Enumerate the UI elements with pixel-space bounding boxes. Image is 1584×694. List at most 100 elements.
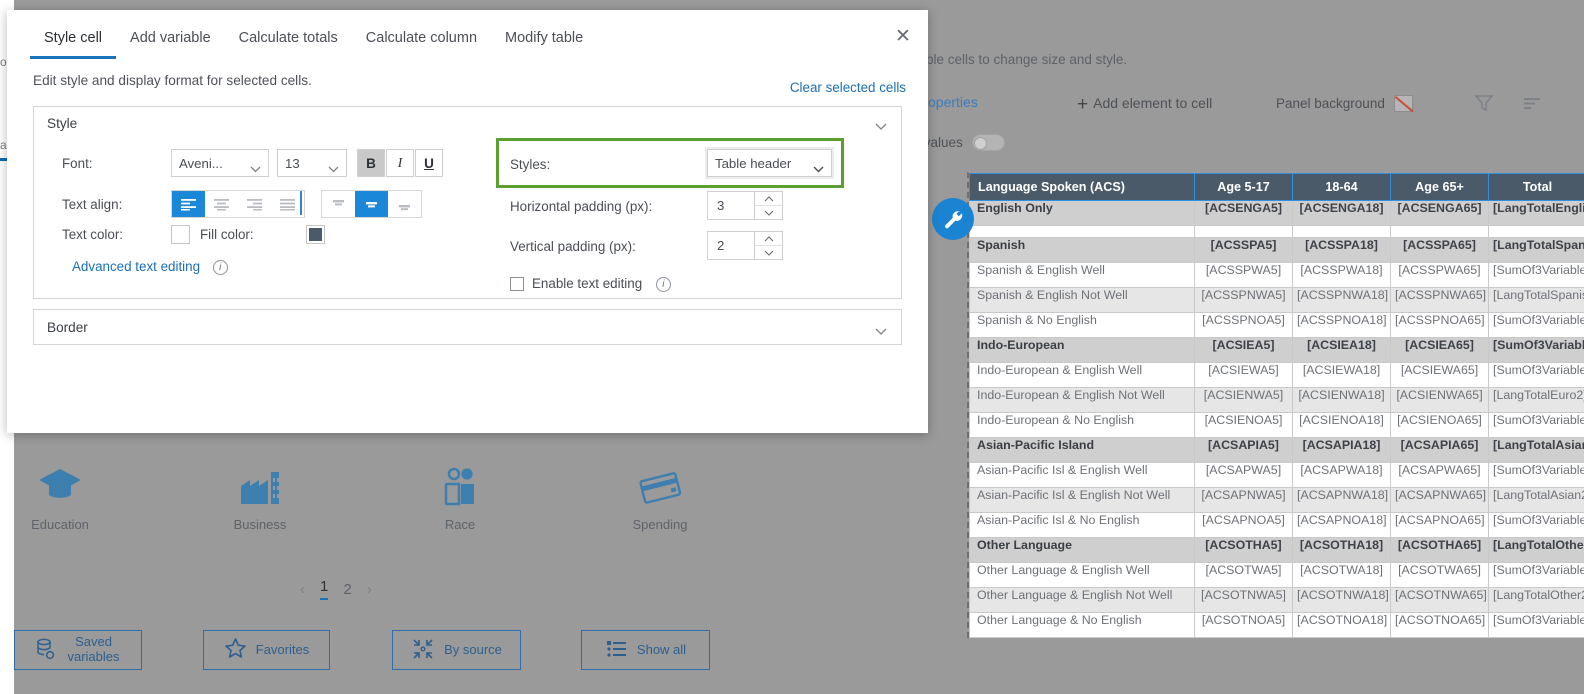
no-color-swatch-icon[interactable] (1393, 95, 1413, 112)
column-header-age-65-plus[interactable]: Age 65+ (1390, 173, 1489, 201)
table-row[interactable]: Spanish & No English [ACSSPNOA5] [ACSSPNOA… (969, 312, 1584, 338)
table-cell-label[interactable]: Asian-Pacific Island (969, 437, 1195, 463)
table-cell-label[interactable] (969, 225, 1195, 238)
category-tile-education[interactable]: Education (0, 462, 120, 532)
table-cell-value[interactable]: [SumOf3Variables] (1488, 362, 1584, 388)
table-cell-value[interactable]: [ACSENGA5] (1194, 200, 1293, 226)
table-cell-value[interactable]: [ACSAPNWA65] (1390, 487, 1489, 513)
table-cell-value[interactable]: [LangTotalAsian] (1488, 437, 1584, 463)
panel-background-control[interactable]: Panel background (1276, 95, 1413, 112)
table-cell-value[interactable]: [ACSIENOA65] (1390, 412, 1489, 438)
wrench-badge[interactable] (932, 198, 974, 240)
fill-color-swatch[interactable] (306, 225, 325, 244)
table-cell-value[interactable]: [ACSSPNOA5] (1194, 312, 1293, 338)
table-cell-value[interactable]: [ACSAPNWA5] (1194, 487, 1293, 513)
bold-button[interactable]: B (357, 149, 385, 177)
align-right-icon[interactable] (238, 191, 271, 217)
sort-icon[interactable] (1521, 92, 1543, 114)
table-cell-value[interactable]: [SumOf3Variables] (1488, 412, 1584, 438)
table-cell-label[interactable]: Spanish & English Not Well (969, 287, 1195, 313)
stepper-down-icon[interactable] (755, 206, 782, 220)
table-cell-label[interactable]: Spanish & No English (969, 312, 1195, 338)
table-cell-value[interactable]: [ACSIEA18] (1292, 337, 1391, 363)
table-cell-label[interactable]: Spanish & English Well (969, 262, 1195, 288)
table-cell-label[interactable]: Asian-Pacific Isl & English Well (969, 462, 1195, 488)
table-cell-value[interactable]: [ACSIEWA65] (1390, 362, 1489, 388)
table-row[interactable]: Other Language & No English [ACSOTNOA5] [A… (969, 612, 1584, 638)
text-color-swatch[interactable] (171, 225, 190, 244)
font-family-select[interactable]: Aveni... (171, 149, 269, 177)
table-cell-value[interactable] (1488, 225, 1584, 238)
chevron-down-icon[interactable] (875, 323, 887, 335)
table-cell-value[interactable]: [ACSOTNWA65] (1390, 587, 1489, 613)
table-cell-value[interactable]: [ACSSPA18] (1292, 237, 1391, 263)
table-row[interactable]: Spanish & English Not Well [ACSSPNWA5] [AC… (969, 287, 1584, 313)
add-element-to-cell-button[interactable]: + Add element to cell (1077, 94, 1212, 116)
category-tile-spending[interactable]: Spending (600, 462, 720, 532)
tab-add-variable[interactable]: Add variable (116, 24, 225, 59)
table-row[interactable]: Spanish [ACSSPA5] [ACSSPA18] [ACSSPA65] [Lan… (969, 237, 1584, 263)
pagination-prev-button[interactable]: ‹ (300, 581, 305, 598)
table-cell-value[interactable]: [ACSOTNOA18] (1292, 612, 1391, 638)
tab-calculate-column[interactable]: Calculate column (352, 24, 491, 59)
table-cell-value[interactable]: [ACSIEWA18] (1292, 362, 1391, 388)
pagination-next-button[interactable]: › (367, 581, 372, 598)
horizontal-padding-input[interactable]: 3 (707, 191, 755, 220)
table-row[interactable]: Asian-Pacific Isl & English Well [ACSAPWA… (969, 462, 1584, 488)
table-cell-value[interactable]: [ACSOTWA5] (1194, 562, 1293, 588)
table-cell-value[interactable]: [ACSAPNWA18] (1292, 487, 1391, 513)
table-cell-value[interactable]: [ACSIEWA5] (1194, 362, 1293, 388)
category-tile-business[interactable]: Business (200, 462, 320, 532)
table-cell-value[interactable]: [ACSENGA18] (1292, 200, 1391, 226)
table-cell-value[interactable]: [ACSAPIA18] (1292, 437, 1391, 463)
table-row[interactable]: Asian-Pacific Isl & No English [ACSAPNOA5… (969, 512, 1584, 538)
table-cell-value[interactable]: [ACSAPNOA18] (1292, 512, 1391, 538)
chevron-down-icon[interactable] (875, 118, 887, 130)
table-cell-value[interactable]: [LangTotalOther2] (1488, 587, 1584, 613)
align-middle-icon[interactable] (355, 191, 388, 217)
table-cell-value[interactable]: [ACSAPWA5] (1194, 462, 1293, 488)
underline-button[interactable]: U (415, 149, 443, 177)
table-row[interactable]: Indo-European & English Not Well [ACSIENW… (969, 387, 1584, 413)
border-section-panel[interactable]: Border (33, 309, 902, 345)
table-cell-value[interactable]: [ACSOTNOA65] (1390, 612, 1489, 638)
table-cell-value[interactable]: [ACSSPWA65] (1390, 262, 1489, 288)
column-header-18-64[interactable]: 18-64 (1292, 173, 1391, 201)
table-row[interactable]: Other Language [ACSOTHA5] [ACSOTHA18] [ACSO… (969, 537, 1584, 563)
table-cell-label[interactable]: Other Language & No English (969, 612, 1195, 638)
table-cell-value[interactable]: [ACSSPNOA18] (1292, 312, 1391, 338)
table-cell-value[interactable] (1292, 225, 1391, 238)
italic-button[interactable]: I (386, 149, 414, 177)
table-cell-value[interactable]: [ACSENGA65] (1390, 200, 1489, 226)
table-cell-value[interactable]: [ACSSPNOA65] (1390, 312, 1489, 338)
table-cell-value[interactable]: [LangTotalEuro2] (1488, 387, 1584, 413)
table-cell-value[interactable]: [ACSIENOA18] (1292, 412, 1391, 438)
table-cell-value[interactable]: [SumOf3Variables] (1488, 262, 1584, 288)
pagination-page-1[interactable]: 1 (320, 578, 329, 600)
table-cell-value[interactable]: [ACSAPWA18] (1292, 462, 1391, 488)
table-cell-value[interactable]: [SumOf3Variables] (1488, 337, 1584, 363)
saved-variables-button[interactable]: Saved variables (14, 630, 142, 670)
table-cell-value[interactable]: [LangTotalEnglish] (1488, 200, 1584, 226)
by-source-button[interactable]: By source (392, 630, 521, 670)
stepper-up-icon[interactable] (755, 232, 782, 246)
table-cell-value[interactable]: [ACSAPIA5] (1194, 437, 1293, 463)
table-row[interactable]: Indo-European [ACSIEA5] [ACSIEA18] [ACSIEA6… (969, 337, 1584, 363)
table-cell-value[interactable]: [ACSOTHA18] (1292, 537, 1391, 563)
vertical-padding-input[interactable]: 2 (707, 231, 755, 260)
info-icon[interactable]: i (212, 260, 228, 275)
table-cell-value[interactable] (1194, 225, 1293, 238)
table-cell-value[interactable]: [ACSIENWA5] (1194, 387, 1293, 413)
enable-text-editing-checkbox[interactable] (510, 277, 524, 291)
column-header-age-5-17[interactable]: Age 5-17 (1194, 173, 1293, 201)
table-cell-label[interactable]: Other Language & English Well (969, 562, 1195, 588)
table-row[interactable]: English Only [ACSENGA5] [ACSENGA18] [ACSENG… (969, 200, 1584, 226)
category-tile-race[interactable]: Race (400, 462, 520, 532)
clear-selected-cells-link[interactable]: Clear selected cells (790, 80, 906, 95)
table-row[interactable]: Indo-European & English Well [ACSIEWA5] [A… (969, 362, 1584, 388)
table-cell-value[interactable]: [SumOf3Variables] (1488, 612, 1584, 638)
table-cell-label[interactable]: Spanish (969, 237, 1195, 263)
table-cell-value[interactable]: [ACSIEA65] (1390, 337, 1489, 363)
column-header-total[interactable]: Total (1488, 173, 1584, 201)
table-cell-value[interactable]: [ACSIENWA65] (1390, 387, 1489, 413)
